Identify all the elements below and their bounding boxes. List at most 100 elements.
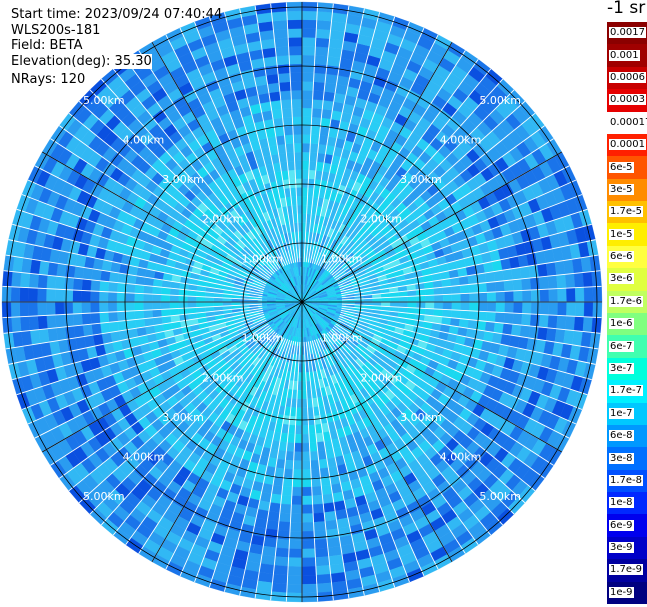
ray-gate	[283, 125, 294, 136]
colorbar-label: 6e-6	[609, 251, 634, 263]
colorbar-label: 1e-6	[609, 318, 634, 330]
ray-gate	[28, 287, 38, 303]
ray-gate	[28, 315, 39, 331]
ray-gate	[493, 270, 504, 282]
ray-gate	[522, 289, 532, 303]
ray-gate	[301, 451, 311, 461]
ray-gate	[64, 264, 76, 279]
colorbar-label: 0.0006	[609, 71, 646, 83]
range-ring-label: 1.00km	[321, 332, 363, 345]
ray-gate	[313, 521, 327, 532]
ray-gate	[264, 64, 279, 76]
ray-gate	[143, 293, 153, 303]
ray-gate	[575, 301, 585, 317]
ray-gate	[503, 312, 514, 325]
ray-gate	[547, 314, 558, 329]
ray-gate	[107, 311, 118, 323]
ray-gate	[281, 486, 293, 497]
ray-gate	[502, 323, 513, 336]
ray-gate	[268, 91, 281, 102]
ray-gate	[281, 107, 293, 118]
colorbar-label: 1e-5	[609, 228, 634, 240]
ray-gate	[55, 276, 66, 290]
ray-gate	[187, 295, 197, 303]
ray-gate	[151, 293, 162, 303]
ray-gate	[322, 100, 334, 111]
ray-gate	[312, 81, 326, 92]
colorbar-unit-title: -1 sr	[607, 0, 646, 18]
range-ring-label: 1.00km	[321, 252, 363, 265]
ray-gate	[64, 325, 76, 340]
nrays-text: NRays: 120	[11, 72, 86, 87]
ray-gate	[134, 301, 144, 311]
ray-gate	[314, 55, 328, 66]
ray-gate	[290, 90, 303, 100]
ray-gate	[63, 301, 74, 315]
ray-gate	[556, 315, 567, 330]
ray-gate	[324, 519, 339, 531]
ray-gate	[309, 451, 319, 461]
colorbar-label: 0.001	[609, 49, 640, 61]
ray-gate	[107, 301, 118, 313]
ray-gate	[486, 281, 497, 293]
start-time-text: Start time: 2023/09/24 07:40:44	[11, 7, 223, 22]
ray-gate	[312, 90, 325, 101]
ray-gate	[288, 54, 303, 65]
colorbar-label: 0.0003	[609, 94, 646, 106]
ray-gate	[294, 169, 303, 179]
colorbar-label: 1.7e-8	[609, 474, 644, 486]
ray-gate	[81, 290, 91, 303]
ray-gate	[582, 316, 593, 333]
ray-gate	[276, 529, 291, 541]
ray-gate	[54, 288, 65, 303]
ray-gate	[301, 478, 312, 488]
ray-gate	[90, 301, 100, 314]
ray-gate	[324, 73, 339, 85]
ray-gate	[292, 478, 303, 488]
ray-gate	[323, 91, 336, 102]
ray-gate	[425, 294, 435, 303]
ray-gate	[55, 314, 66, 328]
ray-gate	[459, 284, 470, 294]
ray-gate	[289, 72, 303, 82]
range-ring-label: 4.00km	[123, 133, 165, 146]
ray-gate	[311, 486, 323, 497]
ray-gate	[276, 55, 290, 66]
colorbar-label: 1.7e-9	[609, 564, 644, 576]
ray-gate	[495, 291, 506, 303]
ray-gate	[81, 312, 92, 326]
ray-gate	[547, 275, 558, 290]
ray-gate	[82, 323, 94, 337]
ray-gate	[301, 522, 315, 532]
ray-gate	[288, 539, 303, 550]
ray-gate	[287, 28, 303, 38]
ray-gate	[316, 19, 332, 31]
colorbar-label: 3e-7	[609, 362, 634, 374]
ray-gate	[301, 116, 312, 126]
ray-gate	[301, 469, 312, 479]
colorbar-label: 3e-6	[609, 273, 634, 285]
ray-gate	[125, 283, 136, 294]
ray-gate	[99, 312, 110, 324]
ray-gate	[312, 512, 326, 523]
ray-gate	[301, 407, 309, 417]
ray-gate	[275, 46, 290, 57]
ray-gate	[486, 301, 497, 313]
ray-gate	[99, 280, 110, 292]
colorbar-label: 1e-8	[609, 497, 634, 509]
ray-gate	[294, 434, 303, 444]
ray-gate	[90, 279, 101, 292]
ray-gate	[73, 265, 85, 280]
ray-gate	[271, 582, 288, 593]
ray-gate	[301, 486, 313, 497]
ray-gate	[272, 573, 288, 585]
ray-gate	[301, 134, 311, 144]
ray-gate	[81, 301, 91, 314]
colorbar-label: 3e-9	[609, 542, 634, 554]
ray-gate	[292, 469, 303, 479]
ray-gate	[11, 316, 22, 333]
ray-gate	[486, 311, 497, 323]
ray-gate	[10, 286, 21, 303]
range-ring-label: 5.00km	[479, 94, 521, 107]
ray-gate	[82, 267, 94, 281]
